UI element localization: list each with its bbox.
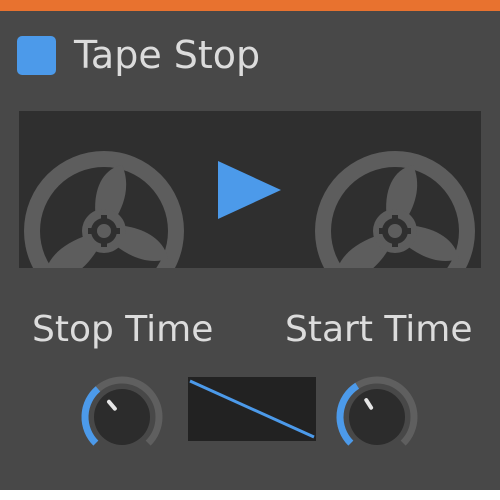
tape-stop-plugin-panel: Tape Stop Stop Time Start Time <box>0 0 500 490</box>
curve-line <box>189 379 315 439</box>
play-icon <box>218 161 281 219</box>
header-accent-strip <box>0 0 500 11</box>
start-time-knob[interactable] <box>335 375 419 459</box>
enable-toggle-button[interactable] <box>17 36 56 75</box>
start-time-knob-body <box>349 389 405 445</box>
start-time-label: Start Time <box>285 309 473 350</box>
plugin-title: Tape Stop <box>74 33 261 77</box>
right-reel-icon <box>315 151 475 268</box>
stop-time-label: Stop Time <box>32 309 214 350</box>
stop-time-knob-body <box>94 389 150 445</box>
left-reel-icon <box>24 151 184 268</box>
stop-start-curve-display <box>188 377 316 441</box>
stop-time-knob[interactable] <box>80 375 164 459</box>
tape-reel-display <box>19 111 481 268</box>
